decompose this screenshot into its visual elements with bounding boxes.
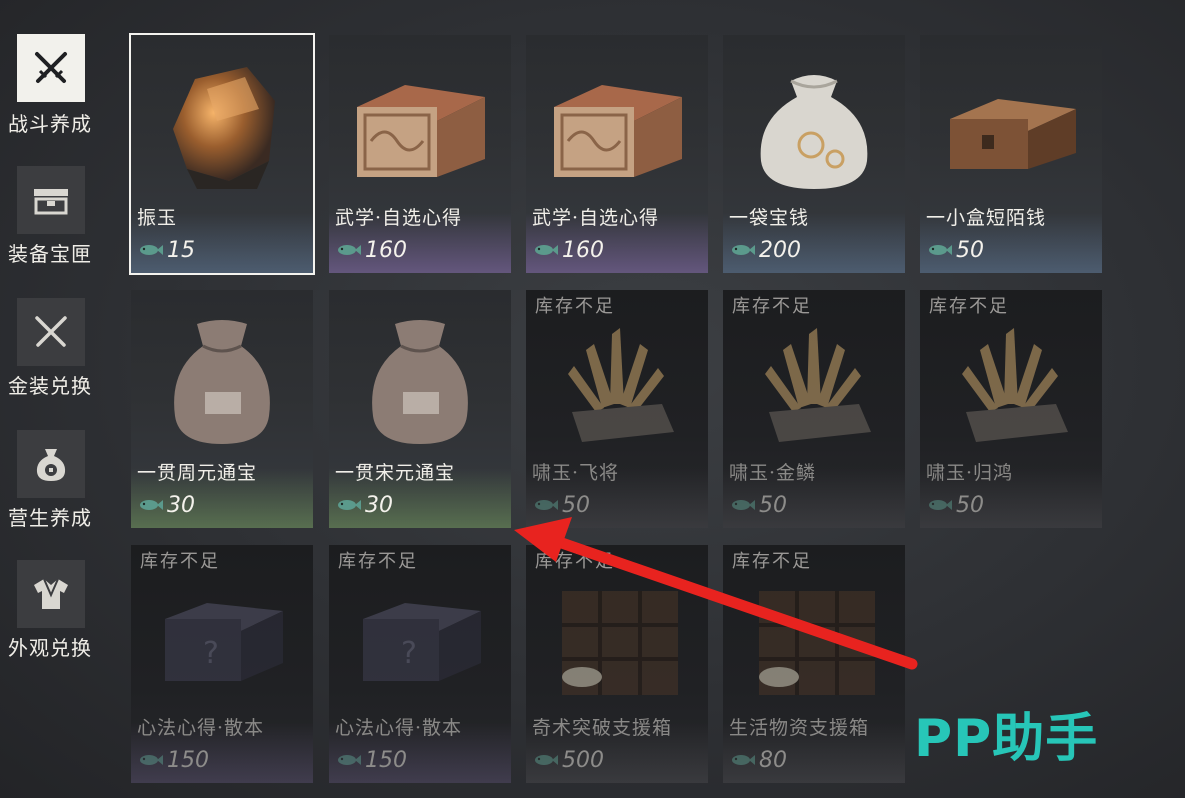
shop-item-card[interactable]: 一小盒短陌钱 50 — [920, 35, 1102, 273]
item-name: 啸玉·飞将 — [532, 462, 620, 484]
robe-icon — [17, 560, 85, 628]
sidebar: 战斗养成 装备宝匣 金装兑换 营生养成 外观兑换 — [0, 0, 110, 798]
item-price: 80 — [759, 747, 787, 773]
shop-item-card[interactable]: 一袋宝钱 200 — [723, 35, 905, 273]
shop-item-card[interactable]: 一贯周元通宝 30 — [131, 290, 313, 528]
item-name: 生活物资支援箱 — [729, 717, 870, 739]
shop-item-card[interactable]: 库存不足 奇术突破支援箱 500 — [526, 545, 708, 783]
item-price: 200 — [759, 237, 801, 263]
jade-rock-icon — [173, 67, 275, 189]
sidebar-item-label: 金装兑换 — [8, 374, 92, 398]
fish-coin-icon — [338, 500, 361, 510]
sidebar-item-label: 营生养成 — [8, 506, 92, 530]
item-price: 30 — [365, 492, 393, 518]
carved-chest-icon — [554, 85, 682, 177]
dark-chest-icon: ? — [165, 603, 283, 681]
sidebar-item-combat-growth[interactable]: 战斗养成 — [0, 34, 105, 144]
sidebar-item-gold-exchange[interactable]: 金装兑换 — [0, 298, 105, 408]
svg-text:?: ? — [203, 636, 219, 671]
fish-coin-icon — [929, 245, 952, 255]
item-price: 150 — [365, 747, 407, 773]
fish-coin-icon — [535, 500, 558, 510]
sidebar-item-equipment-box[interactable]: 装备宝匣 — [0, 166, 105, 276]
item-price: 50 — [956, 237, 984, 263]
coin-sack-icon — [372, 320, 468, 444]
item-name: 奇术突破支援箱 — [532, 717, 673, 739]
fish-coin-icon — [732, 245, 755, 255]
fish-coin-icon — [732, 500, 755, 510]
shop-item-card[interactable]: 库存不足 ? 心法心得·散本 150 — [131, 545, 313, 783]
item-name: 武学·自选心得 — [532, 207, 660, 229]
crystal-icon — [568, 328, 674, 442]
sidebar-item-label: 战斗养成 — [8, 112, 92, 136]
shop-item-card[interactable]: 库存不足 啸玉·金鳞 50 — [723, 290, 905, 528]
item-name: 一袋宝钱 — [729, 207, 810, 229]
fish-coin-icon — [140, 245, 163, 255]
fish-coin-icon — [338, 245, 361, 255]
supply-crate-icon — [759, 591, 875, 695]
money-bag-icon — [17, 430, 85, 498]
item-price: 150 — [167, 747, 209, 773]
item-name: 啸玉·归鸿 — [926, 462, 1014, 484]
crystal-icon — [962, 328, 1068, 442]
shop-item-card[interactable]: 库存不足 生活物资支援箱 80 — [723, 545, 905, 783]
shop-item-card[interactable]: 库存不足 啸玉·飞将 50 — [526, 290, 708, 528]
treasure-box-icon — [17, 166, 85, 234]
item-name: 啸玉·金鳞 — [729, 462, 817, 484]
item-name: 武学·自选心得 — [335, 207, 463, 229]
watermark-logo: PP助手 — [914, 709, 1099, 769]
item-price: 160 — [365, 237, 407, 263]
fish-coin-icon — [732, 755, 755, 765]
crossed-swords-icon — [17, 34, 85, 102]
svg-text:?: ? — [401, 636, 417, 671]
shop-item-card[interactable]: 一贯宋元通宝 30 — [329, 290, 511, 528]
sidebar-item-appearance[interactable]: 外观兑换 — [0, 560, 105, 670]
shop-item-card[interactable]: 库存不足 ? 心法心得·散本 150 — [329, 545, 511, 783]
fish-coin-icon — [140, 755, 163, 765]
carved-chest-icon — [357, 85, 485, 177]
coin-sack-icon — [174, 320, 270, 444]
fish-coin-icon — [929, 500, 952, 510]
wooden-box-icon — [950, 99, 1076, 169]
item-name: 一贯宋元通宝 — [335, 462, 456, 484]
shop-item-card[interactable]: 武学·自选心得 160 — [329, 35, 511, 273]
dark-chest-icon: ? — [363, 603, 481, 681]
shop-item-card[interactable]: 库存不足 啸玉·归鸿 50 — [920, 290, 1102, 528]
shop-item-card[interactable]: 武学·自选心得 160 — [526, 35, 708, 273]
sidebar-item-livelihood[interactable]: 营生养成 — [0, 430, 105, 540]
fish-coin-icon — [535, 245, 558, 255]
sidebar-item-label: 外观兑换 — [8, 636, 92, 660]
crossed-swords-icon — [17, 298, 85, 366]
item-price: 160 — [562, 237, 604, 263]
shop-item-card[interactable]: 振玉 15 — [129, 33, 315, 275]
supply-crate-icon — [562, 591, 678, 695]
crystal-icon — [765, 328, 871, 442]
item-name: 心法心得·散本 — [137, 717, 265, 739]
item-price: 30 — [167, 492, 195, 518]
item-price: 15 — [167, 237, 195, 263]
fish-coin-icon — [140, 500, 163, 510]
item-name: 振玉 — [137, 207, 178, 229]
item-price: 50 — [562, 492, 590, 518]
silk-bag-icon — [760, 75, 868, 189]
item-name: 一贯周元通宝 — [137, 462, 258, 484]
item-name: 一小盒短陌钱 — [926, 207, 1047, 229]
item-name: 心法心得·散本 — [335, 717, 463, 739]
fish-coin-icon — [338, 755, 361, 765]
item-price: 50 — [956, 492, 984, 518]
item-price: 50 — [759, 492, 787, 518]
item-price: 500 — [562, 747, 604, 773]
fish-coin-icon — [535, 755, 558, 765]
sidebar-item-label: 装备宝匣 — [8, 242, 92, 266]
